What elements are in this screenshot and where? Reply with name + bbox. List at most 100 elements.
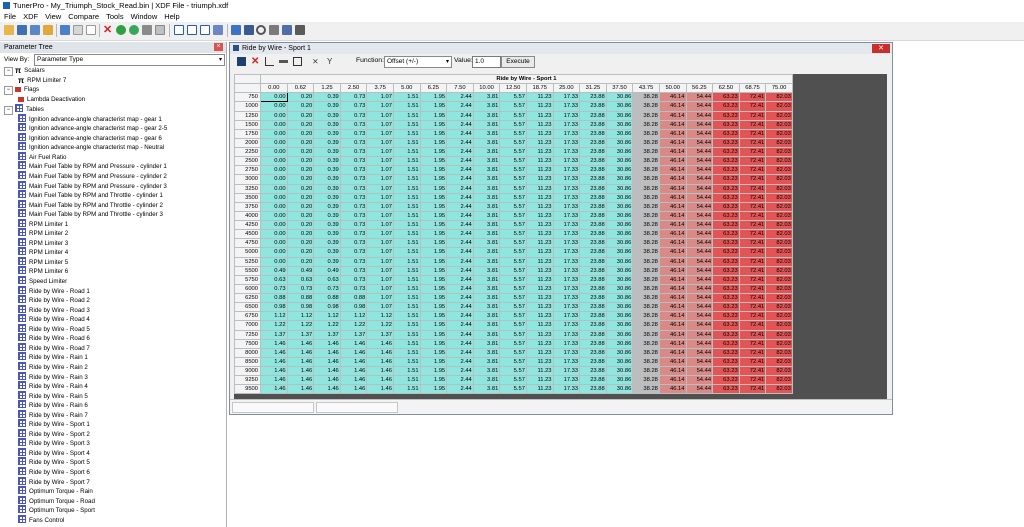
table-cell[interactable]: 54.44 [685,201,714,212]
table-cell[interactable]: 11.23 [525,146,554,158]
menu-window[interactable]: Window [127,11,161,22]
column-header[interactable]: 31.25 [579,83,607,94]
tree-item[interactable]: Air Fuel Ratio [0,151,226,162]
table-cell[interactable]: 1.51 [392,219,421,231]
emulate-icon[interactable] [282,25,292,35]
table-cell[interactable]: 1.22 [366,320,394,331]
table-cell[interactable]: 72.41 [738,356,767,368]
table-cell[interactable]: 82.03 [765,174,793,185]
column-header[interactable]: 0.00 [260,83,288,94]
table-cell[interactable]: 2.44 [446,119,474,130]
table-cell[interactable]: 82.03 [765,329,793,340]
table-cell[interactable]: 0.49 [286,265,315,276]
table-cell[interactable]: 2.44 [446,338,474,349]
table-cell[interactable]: 17.33 [552,137,581,149]
table-cell[interactable]: 11.23 [525,192,554,203]
table-cell[interactable]: 30.86 [605,201,634,212]
table-cell[interactable]: 1.51 [392,375,421,386]
tree-item[interactable]: RPM Limiter 4 [0,247,226,257]
tree-item[interactable]: Lambda Deactivation [0,95,226,105]
table-cell[interactable]: 3.81 [472,229,501,240]
table-cell[interactable]: 0.00 [260,128,288,139]
table-cell[interactable]: 1.95 [419,247,448,258]
table-cell[interactable]: 17.33 [552,238,581,249]
table-cell[interactable]: 72.41 [738,311,767,322]
table-cell[interactable]: 1.37 [366,329,394,340]
table-cell[interactable]: 0.00 [260,210,288,222]
table-cell[interactable]: 5.57 [499,265,527,276]
table-cell[interactable]: 17.33 [552,311,581,322]
table-cell[interactable]: 0.39 [313,92,341,103]
tree-item[interactable]: Optimum Torque - Sport [0,505,226,515]
row-header[interactable]: 7000 [234,320,261,331]
table-cell[interactable]: 11.23 [525,210,554,222]
tree-item[interactable]: Ride by Wire - Road 5 [0,323,226,334]
table-cell[interactable]: 11.23 [525,92,554,103]
table-cell[interactable]: 5.57 [499,92,527,103]
table-cell[interactable]: 82.03 [765,356,793,368]
table-cell[interactable]: 0.39 [313,192,341,203]
table-cell[interactable]: 17.33 [552,156,581,167]
table-cell[interactable]: 23.88 [579,146,607,158]
tree-item[interactable]: Ride by Wire - Rain 3 [0,371,226,382]
table-cell[interactable]: 63.23 [712,311,740,322]
table-cell[interactable]: 3.81 [472,338,501,349]
table-cell[interactable]: 23.88 [579,110,607,121]
table-cell[interactable]: 1.51 [392,128,421,139]
table-cell[interactable]: 1.46 [366,347,394,358]
table-cell[interactable]: 38.28 [632,156,660,167]
column-header[interactable]: 12.50 [499,83,527,94]
layout2-icon[interactable] [187,25,197,35]
table-cell[interactable]: 46.14 [658,101,687,112]
table-cell[interactable]: 30.86 [605,219,634,231]
table-cell[interactable]: 17.33 [552,274,581,285]
table-cell[interactable]: 38.28 [632,101,660,112]
table-cell[interactable]: 1.95 [419,356,448,368]
table-cell[interactable]: 1.95 [419,338,448,349]
row-header[interactable]: 9000 [234,365,261,377]
table-cell[interactable]: 11.23 [525,265,554,276]
table-cell[interactable]: 72.41 [738,384,767,395]
table-cell[interactable]: 5.57 [499,238,527,249]
scale-icon[interactable] [279,60,288,63]
table-cell[interactable]: 38.28 [632,302,660,313]
column-header[interactable]: 5.00 [392,83,421,94]
table-cell[interactable]: 3.81 [472,302,501,313]
tree-item[interactable]: Ride by Wire - Sport 2 [0,428,226,439]
view-by-select[interactable]: Parameter Type ▾ [34,54,225,66]
table-cell[interactable]: 0.00 [260,146,288,158]
table-cell[interactable]: 17.33 [552,146,581,158]
table-cell[interactable]: 11.23 [525,201,554,212]
table-cell[interactable]: 3.81 [472,146,501,158]
table-cell[interactable]: 72.41 [738,256,767,267]
table-cell[interactable]: 82.03 [765,384,793,395]
table-cell[interactable]: 72.41 [738,265,767,276]
table-cell[interactable]: 30.86 [605,101,634,112]
table-cell[interactable]: 23.88 [579,219,607,231]
table-cell[interactable]: 63.23 [712,265,740,276]
table-cell[interactable]: 38.28 [632,174,660,185]
table-cell[interactable]: 30.86 [605,375,634,386]
table-cell[interactable]: 23.88 [579,320,607,331]
table-cell[interactable]: 38.28 [632,347,660,358]
table-cell[interactable]: 3.81 [472,238,501,249]
tree-item[interactable]: RPM Limiter 1 [0,218,226,229]
table-cell[interactable]: 0.20 [286,146,315,158]
table-cell[interactable]: 1.51 [392,238,421,249]
table-cell[interactable]: 46.14 [658,311,687,322]
table-cell[interactable]: 54.44 [685,137,714,149]
table-cell[interactable]: 30.86 [605,119,634,130]
table-cell[interactable]: 1.51 [392,320,421,331]
close-window-button[interactable]: ✕ [872,44,890,53]
table-cell[interactable]: 54.44 [685,283,714,295]
table-cell[interactable]: 0.00 [260,256,288,267]
table-cell[interactable]: 2.44 [446,347,474,358]
table-cell[interactable]: 38.28 [632,311,660,322]
table-cell[interactable]: 63.23 [712,119,740,130]
table-cell[interactable]: 38.28 [632,365,660,377]
table-cell[interactable]: 0.20 [286,165,315,176]
table-cell[interactable]: 54.44 [685,302,714,313]
table-cell[interactable]: 82.03 [765,146,793,158]
table-cell[interactable]: 3.81 [472,265,501,276]
row-header[interactable]: 5500 [234,265,261,276]
